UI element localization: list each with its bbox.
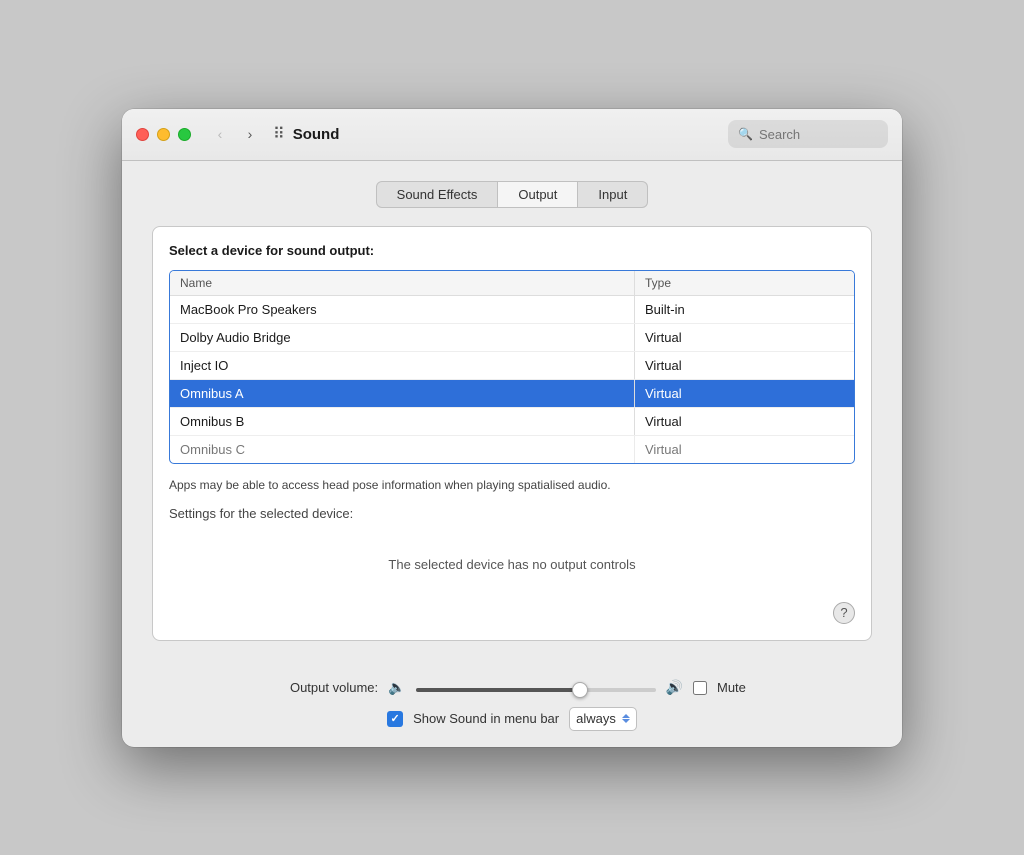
grid-icon: ⠿ — [273, 124, 285, 144]
nav-buttons: ‹ › — [207, 121, 263, 147]
output-panel: Select a device for sound output: Name T… — [152, 226, 872, 641]
volume-slider-container — [416, 679, 656, 697]
show-sound-label: Show Sound in menu bar — [413, 711, 559, 726]
titlebar: ‹ › ⠿ Sound 🔍 — [122, 109, 902, 161]
tab-bar: Sound Effects Output Input — [152, 181, 872, 208]
help-button-container: ? — [169, 602, 855, 624]
help-button[interactable]: ? — [833, 602, 855, 624]
device-type: Virtual — [634, 352, 854, 379]
device-type: Virtual — [634, 324, 854, 351]
tab-input[interactable]: Input — [578, 181, 648, 208]
device-name: Dolby Audio Bridge — [170, 324, 634, 351]
bottom-controls: Output volume: 🔈 🔊 Mute Show Sound in me… — [122, 679, 902, 747]
table-row[interactable]: Dolby Audio Bridge Virtual — [170, 324, 854, 352]
device-type: Virtual — [634, 408, 854, 435]
device-name: MacBook Pro Speakers — [170, 296, 634, 323]
content-area: Sound Effects Output Input Select a devi… — [122, 161, 902, 679]
minimize-button[interactable] — [157, 128, 170, 141]
no-controls-text: The selected device has no output contro… — [169, 537, 855, 592]
spatialised-audio-info: Apps may be able to access head pose inf… — [169, 476, 855, 494]
search-input[interactable] — [759, 127, 878, 142]
close-button[interactable] — [136, 128, 149, 141]
device-type: Virtual — [634, 380, 854, 407]
device-name: Inject IO — [170, 352, 634, 379]
show-sound-value: always — [576, 711, 616, 726]
table-row[interactable]: Inject IO Virtual — [170, 352, 854, 380]
volume-high-icon: 🔊 — [666, 679, 683, 696]
search-box[interactable]: 🔍 — [728, 120, 888, 148]
arrow-up-icon — [622, 714, 630, 718]
device-name: Omnibus A — [170, 380, 634, 407]
device-table: Name Type MacBook Pro Speakers Built-in … — [169, 270, 855, 464]
table-row-partial[interactable]: Omnibus C Virtual — [170, 436, 854, 463]
tab-output[interactable]: Output — [498, 181, 578, 208]
select-arrows-icon — [622, 714, 630, 723]
show-sound-row: Show Sound in menu bar always — [152, 707, 872, 731]
search-icon: 🔍 — [738, 127, 753, 141]
device-type: Virtual — [634, 436, 854, 463]
volume-low-icon: 🔈 — [388, 679, 405, 696]
maximize-button[interactable] — [178, 128, 191, 141]
back-button[interactable]: ‹ — [207, 121, 233, 147]
table-header: Name Type — [170, 271, 854, 296]
arrow-down-icon — [622, 719, 630, 723]
volume-row: Output volume: 🔈 🔊 Mute — [152, 679, 872, 697]
traffic-lights — [136, 128, 191, 141]
col-header-name: Name — [170, 271, 634, 295]
show-sound-checkbox[interactable] — [387, 711, 403, 727]
show-sound-dropdown[interactable]: always — [569, 707, 637, 731]
volume-slider[interactable] — [416, 688, 656, 692]
tab-sound-effects[interactable]: Sound Effects — [376, 181, 499, 208]
window-title: Sound — [293, 126, 340, 143]
device-name: Omnibus C — [170, 436, 634, 463]
panel-title: Select a device for sound output: — [169, 243, 855, 258]
mute-label: Mute — [717, 680, 746, 695]
forward-button[interactable]: › — [237, 121, 263, 147]
table-row[interactable]: Omnibus B Virtual — [170, 408, 854, 436]
table-row-selected[interactable]: Omnibus A Virtual — [170, 380, 854, 408]
table-row[interactable]: MacBook Pro Speakers Built-in — [170, 296, 854, 324]
settings-label: Settings for the selected device: — [169, 506, 855, 521]
col-header-type: Type — [634, 271, 854, 295]
device-name: Omnibus B — [170, 408, 634, 435]
device-type: Built-in — [634, 296, 854, 323]
volume-label: Output volume: — [278, 680, 378, 695]
main-window: ‹ › ⠿ Sound 🔍 Sound Effects Output Input… — [122, 109, 902, 747]
mute-checkbox[interactable] — [693, 681, 707, 695]
